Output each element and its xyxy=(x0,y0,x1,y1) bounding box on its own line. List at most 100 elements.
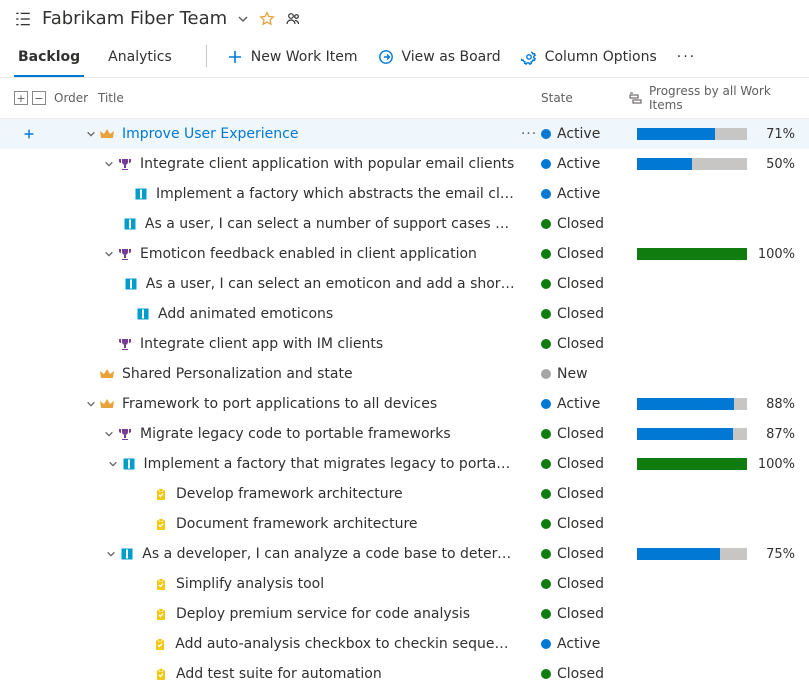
team-picker-chevron-icon[interactable] xyxy=(237,13,249,25)
collapse-all-button[interactable]: − xyxy=(32,91,46,105)
state-cell: Active xyxy=(541,186,629,202)
state-label: New xyxy=(557,366,588,382)
team-members-icon[interactable] xyxy=(285,11,301,27)
view-as-board-button[interactable]: View as Board xyxy=(368,43,511,75)
state-cell: Closed xyxy=(541,516,629,532)
state-label: Closed xyxy=(557,606,604,622)
work-item-title: Migrate legacy code to portable framewor… xyxy=(138,426,451,442)
tab-backlog[interactable]: Backlog xyxy=(14,41,84,77)
progress-percent: 87% xyxy=(755,427,795,442)
expand-chevron-icon[interactable] xyxy=(102,429,116,439)
state-cell: Closed xyxy=(541,306,629,322)
backlog-row[interactable]: Develop framework architecture Closed xyxy=(0,479,809,509)
progress-bar xyxy=(637,248,747,260)
view-as-board-label: View as Board xyxy=(402,49,501,65)
work-item-title: Add test suite for automation xyxy=(174,666,382,682)
team-title: Fabrikam Fiber Team xyxy=(42,8,227,29)
row-title-area: Improve User Experience xyxy=(44,126,517,142)
new-work-item-button[interactable]: New Work Item xyxy=(217,43,368,75)
column-options-button[interactable]: Column Options xyxy=(511,43,667,75)
story-book-icon xyxy=(134,307,152,321)
expand-chevron-icon[interactable] xyxy=(102,249,116,259)
row-title-area: As a user, I can select an emoticon and … xyxy=(44,276,517,292)
backlog-row[interactable]: Add test suite for automationClosed xyxy=(0,659,809,689)
progress-bar xyxy=(637,158,747,170)
backlog-row[interactable]: Add animated emoticonsClosed xyxy=(0,299,809,329)
toolbar-more-button[interactable]: ··· xyxy=(667,43,706,75)
work-item-title: Integrate client application with popula… xyxy=(138,156,514,172)
rollup-icon xyxy=(629,91,643,105)
column-progress[interactable]: Progress by all Work Items xyxy=(629,84,795,112)
progress-cell: 50% xyxy=(629,157,795,172)
expand-chevron-icon[interactable] xyxy=(84,399,98,409)
state-label: Closed xyxy=(557,216,604,232)
state-cell: Closed xyxy=(541,456,629,472)
toolbar-separator xyxy=(206,45,207,67)
state-cell: Closed xyxy=(541,426,629,442)
column-order[interactable]: Order xyxy=(54,91,98,105)
row-add-button[interactable] xyxy=(14,127,44,141)
backlog-row[interactable]: As a user, I can select an emoticon and … xyxy=(0,269,809,299)
state-cell: Closed xyxy=(541,606,629,622)
backlog-row[interactable]: Migrate legacy code to portable framewor… xyxy=(0,419,809,449)
expand-chevron-icon[interactable] xyxy=(84,129,98,139)
expand-chevron-icon[interactable] xyxy=(104,549,118,559)
state-dot-icon xyxy=(541,669,551,679)
backlog-row[interactable]: Emoticon feedback enabled in client appl… xyxy=(0,239,809,269)
task-clipboard-icon xyxy=(152,577,170,591)
tab-analytics[interactable]: Analytics xyxy=(104,41,176,77)
backlog-row[interactable]: Document framework architectureClosed xyxy=(0,509,809,539)
backlog-row[interactable]: Implement a factory which abstracts the … xyxy=(0,179,809,209)
row-title-area: As a user, I can select a number of supp… xyxy=(44,216,517,232)
backlog-row[interactable]: As a developer, I can analyze a code bas… xyxy=(0,539,809,569)
task-clipboard-icon xyxy=(151,637,169,651)
column-progress-label: Progress by all Work Items xyxy=(649,84,795,112)
row-more-actions[interactable]: ··· xyxy=(517,126,541,142)
task-clipboard-icon xyxy=(152,667,170,681)
progress-bar xyxy=(637,548,747,560)
progress-cell: 87% xyxy=(629,427,795,442)
state-dot-icon xyxy=(541,519,551,529)
backlog-row[interactable]: Deploy premium service for code analysis… xyxy=(0,599,809,629)
backlog-row[interactable]: Integrate client app with IM clientsClos… xyxy=(0,329,809,359)
state-label: Closed xyxy=(557,336,604,352)
feature-trophy-icon xyxy=(116,427,134,441)
state-dot-icon xyxy=(541,159,551,169)
epic-crown-icon xyxy=(98,397,116,411)
state-dot-icon xyxy=(541,249,551,259)
expand-chevron-icon[interactable] xyxy=(106,459,120,469)
expand-chevron-icon[interactable] xyxy=(102,159,116,169)
backlog-row[interactable]: Integrate client application with popula… xyxy=(0,149,809,179)
row-title-area: Develop framework architecture xyxy=(44,486,517,502)
backlog-row[interactable]: Implement a factory that migrates legacy… xyxy=(0,449,809,479)
work-item-title: As a developer, I can analyze a code bas… xyxy=(140,546,517,562)
work-item-title: As a user, I can select an emoticon and … xyxy=(144,276,517,292)
state-cell: Closed xyxy=(541,336,629,352)
progress-cell: 100% xyxy=(629,457,795,472)
state-dot-icon xyxy=(541,579,551,589)
state-label: Closed xyxy=(557,246,604,262)
board-arrow-icon xyxy=(378,49,394,65)
backlog-row[interactable]: Add auto-analysis checkbox to checkin se… xyxy=(0,629,809,659)
state-label: Closed xyxy=(557,306,604,322)
row-title-area: Simplify analysis tool xyxy=(44,576,517,592)
state-label: Closed xyxy=(557,546,604,562)
progress-bar xyxy=(637,428,747,440)
work-item-title[interactable]: Improve User Experience xyxy=(120,126,298,142)
work-item-title: Framework to port applications to all de… xyxy=(120,396,437,412)
backlog-row[interactable]: Improve User Experience···Active71% xyxy=(0,119,809,149)
backlog-row[interactable]: Shared Personalization and stateNew xyxy=(0,359,809,389)
backlog-row[interactable]: Framework to port applications to all de… xyxy=(0,389,809,419)
backlog-row[interactable]: Simplify analysis toolClosed xyxy=(0,569,809,599)
row-title-area: As a developer, I can analyze a code bas… xyxy=(44,546,517,562)
column-title[interactable]: Title xyxy=(98,91,541,105)
work-item-title: Deploy premium service for code analysis xyxy=(174,606,470,622)
state-cell: Closed xyxy=(541,216,629,232)
backlog-row[interactable]: As a user, I can select a number of supp… xyxy=(0,209,809,239)
column-state[interactable]: State xyxy=(541,91,629,105)
state-label: Closed xyxy=(557,456,604,472)
epic-crown-icon xyxy=(98,127,116,141)
expand-all-button[interactable]: + xyxy=(14,91,28,105)
favorite-star-icon[interactable] xyxy=(259,11,275,27)
state-label: Closed xyxy=(557,486,604,502)
